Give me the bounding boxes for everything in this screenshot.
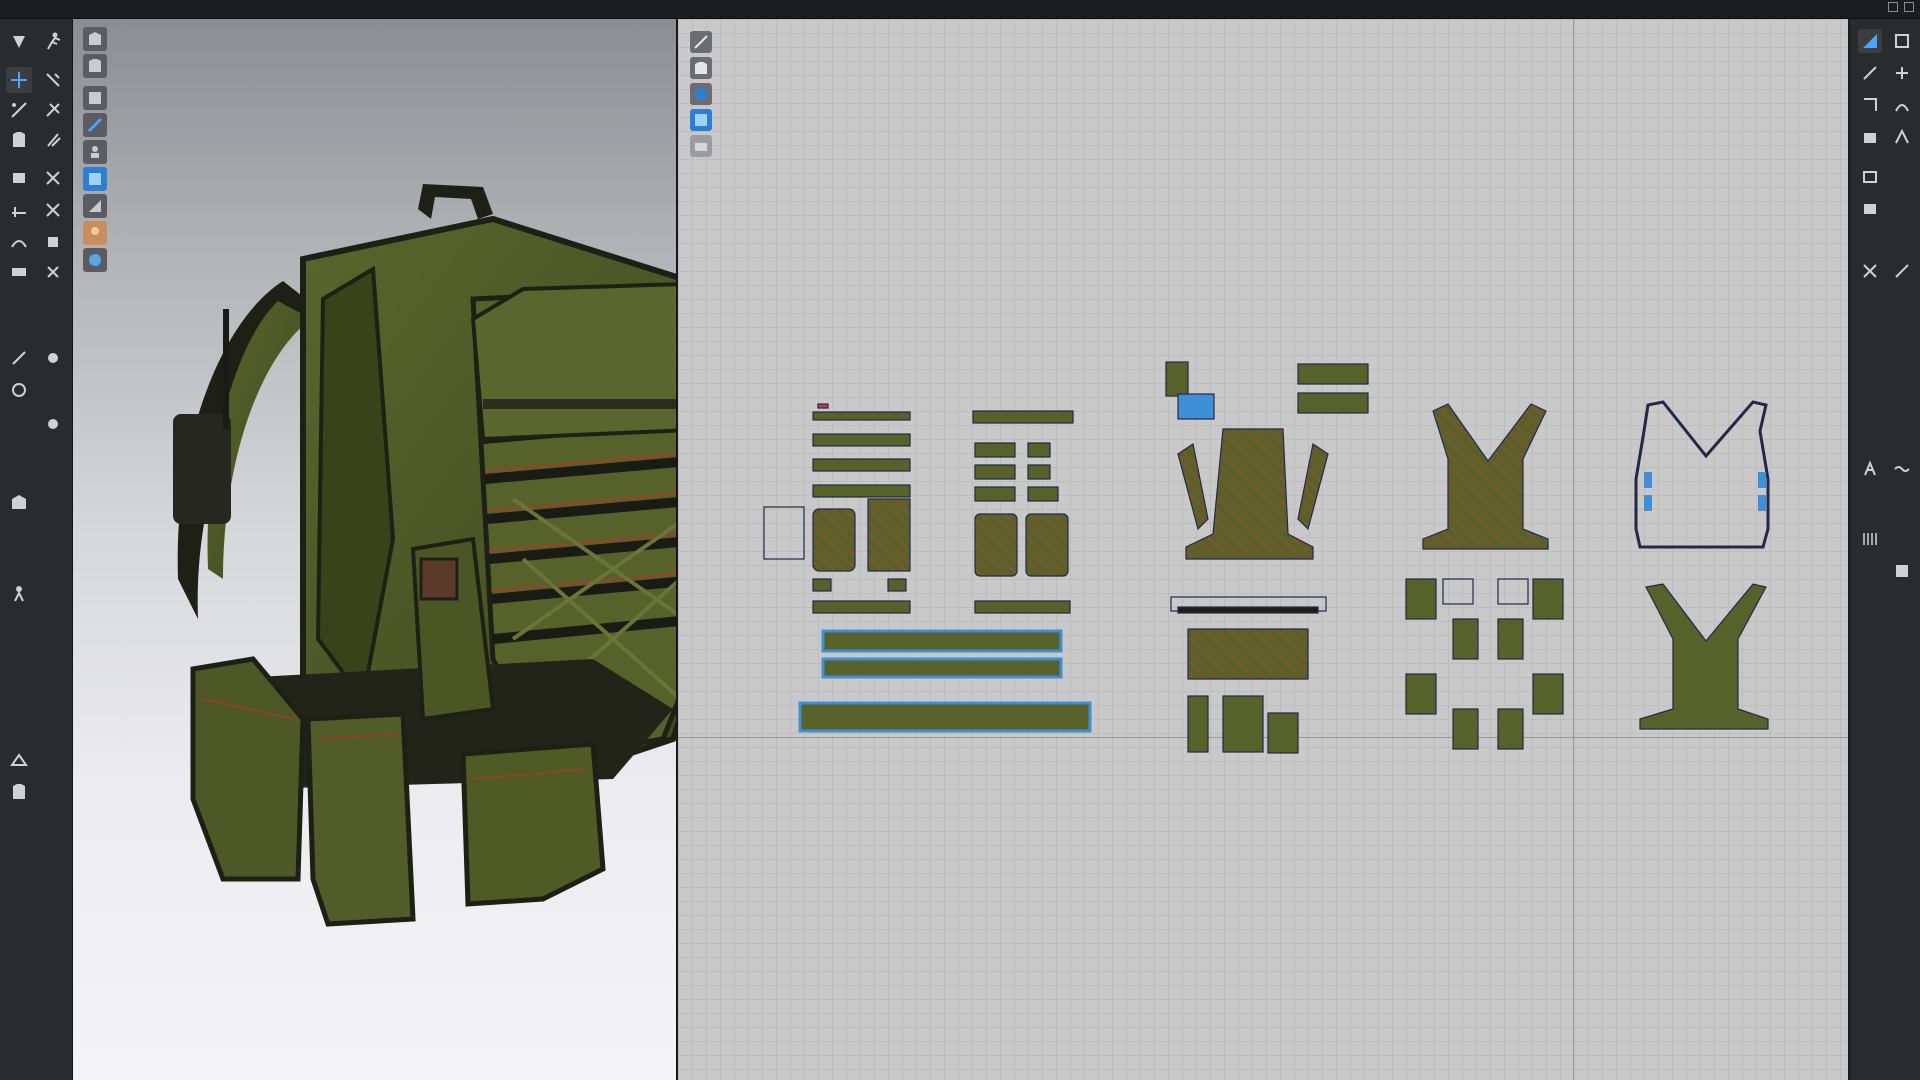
seam-icon[interactable] (6, 229, 32, 255)
pattern-selected-1 (798, 629, 1092, 733)
tuck-icon[interactable] (40, 165, 66, 191)
internal-line-icon[interactable] (1890, 61, 1914, 85)
restore-icon[interactable] (1888, 2, 1898, 12)
select-icon[interactable] (40, 97, 66, 123)
backpack-model[interactable] (73, 19, 676, 1080)
sew-icon[interactable] (6, 197, 32, 223)
ellipse-icon[interactable] (1858, 61, 1882, 85)
notch-icon[interactable] (1890, 125, 1914, 149)
viewport-3d[interactable] (73, 19, 676, 1080)
hanger-icon[interactable] (6, 749, 32, 775)
fold-arrange-icon[interactable] (1858, 125, 1882, 149)
rectangle-icon[interactable] (1890, 29, 1914, 53)
measure-icon[interactable] (6, 489, 32, 515)
point-icon[interactable] (40, 259, 66, 285)
grid-icon[interactable] (1890, 559, 1914, 583)
annotation-icon[interactable] (1890, 457, 1914, 481)
pattern-sheet[interactable] (678, 19, 1848, 1080)
transform-icon[interactable] (6, 67, 32, 93)
maximize-icon[interactable] (1904, 2, 1914, 12)
zipper-icon[interactable] (40, 345, 66, 371)
run-icon[interactable] (40, 29, 66, 55)
edit-pattern-icon[interactable] (6, 97, 32, 123)
pattern-group-3 (1165, 361, 1369, 754)
pin-icon[interactable] (40, 67, 66, 93)
dart-icon[interactable] (1858, 93, 1882, 117)
elastic-icon[interactable] (6, 377, 32, 403)
title-bar (0, 0, 1920, 19)
grade-icon[interactable] (1890, 259, 1914, 283)
cut-icon[interactable] (40, 197, 66, 223)
offset-icon[interactable] (1858, 259, 1882, 283)
polygon-icon[interactable] (1858, 29, 1882, 53)
tape-icon[interactable] (40, 411, 66, 437)
line-icon[interactable] (6, 259, 32, 285)
avatar-icon[interactable] (6, 581, 32, 607)
left-toolbar (0, 19, 73, 1080)
ruler-icon[interactable] (1858, 527, 1882, 551)
garment-icon[interactable] (6, 127, 32, 153)
stitch-icon[interactable] (40, 229, 66, 255)
shirt-icon[interactable] (6, 779, 32, 805)
button-icon[interactable] (6, 345, 32, 371)
segment-icon[interactable] (1858, 165, 1882, 189)
pattern-group-2 (972, 410, 1074, 614)
pattern-group-1 (763, 403, 911, 614)
pattern-group-4 (1405, 403, 1564, 750)
brush-icon[interactable] (40, 127, 66, 153)
fold-icon[interactable] (6, 165, 32, 191)
trace-icon[interactable] (1890, 93, 1914, 117)
pattern-group-5 (1634, 400, 1770, 730)
right-toolbar (1849, 19, 1920, 1080)
move-icon[interactable] (6, 29, 32, 55)
viewport-2d[interactable] (678, 19, 1848, 1080)
text-icon[interactable] (1858, 457, 1882, 481)
symmetry-icon[interactable] (1858, 197, 1882, 221)
